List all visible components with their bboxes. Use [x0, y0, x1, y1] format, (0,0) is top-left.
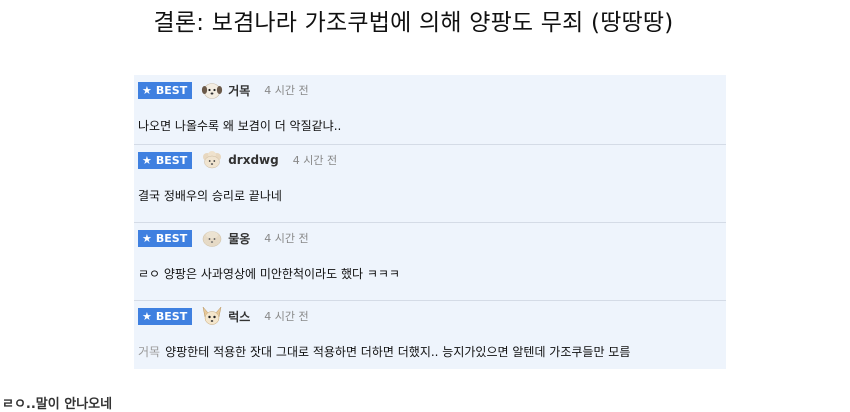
best-badge: ★ BEST [138, 81, 193, 99]
best-badge-label: BEST [155, 231, 188, 245]
comment-header: ★ BEST drxdwg 4 시간 전 [138, 150, 337, 170]
page-title: 결론: 보겸나라 가조쿠법에 의해 양팡도 무죄 (땅땅땅) [153, 10, 674, 36]
comment-text: 거목 양팡한테 적용한 잣대 그대로 적용하면 더하면 더했지.. 능지가있으면 … [138, 343, 630, 360]
comment-item: ★ BEST 거목 4 시간 전 나오면 나올수록 왜 보겸이 더 악질같냐.. [134, 75, 726, 153]
star-icon: ★ [142, 231, 152, 245]
comment-nickname[interactable]: drxdwg [228, 153, 279, 167]
comment-item: ★ BEST 럭스 4 시간 전 거목 양팡한테 적용한 잣대 그대로 적용하면 … [134, 300, 726, 369]
comment-header: ★ BEST 거목 4 시간 전 [138, 80, 309, 100]
comment-text: ㄹㅇ 양팡은 사과영상에 미안한척이라도 했다 ㅋㅋㅋ [138, 265, 400, 282]
comment-text-content: 나오면 나올수록 왜 보겸이 더 악질같냐.. [138, 119, 342, 133]
comment-text: 결국 정배우의 승리로 끝나네 [138, 187, 282, 204]
star-icon: ★ [142, 83, 152, 97]
comment-text: 나오면 나올수록 왜 보겸이 더 악질같냐.. [138, 117, 341, 134]
post-caption: ㄹㅇ..말이 안나오네 [2, 397, 113, 412]
fluffy-dog-icon[interactable] [201, 228, 223, 248]
chihuahua-icon[interactable] [201, 306, 223, 326]
star-icon: ★ [142, 153, 152, 167]
best-badge: ★ BEST [138, 307, 193, 325]
best-badge: ★ BEST [138, 229, 193, 247]
poodle-icon[interactable] [201, 150, 223, 170]
white-dog-icon[interactable] [201, 80, 223, 100]
best-comments-panel: ★ BEST 거목 4 시간 전 나오면 나올수록 왜 보겸이 더 악질같냐..… [134, 75, 726, 369]
comment-text-content: 결국 정배우의 승리로 끝나네 [138, 189, 282, 203]
comment-time: 4 시간 전 [264, 232, 309, 245]
comment-time: 4 시간 전 [292, 154, 338, 167]
comment-text-content: ㄹㅇ 양팡은 사과영상에 미안한척이라도 했다 ㅋㅋㅋ [138, 267, 400, 281]
reply-to-name[interactable]: 거목 [138, 345, 160, 359]
comment-text-content: 양팡한테 적용한 잣대 그대로 적용하면 더하면 더했지.. 능지가있으면 알텐… [165, 345, 631, 359]
comment-nickname[interactable]: 럭스 [228, 308, 250, 325]
comment-nickname[interactable]: 거목 [228, 82, 250, 99]
best-badge-label: BEST [155, 153, 188, 167]
comment-time: 4 시간 전 [264, 84, 309, 97]
best-badge-label: BEST [155, 83, 188, 97]
best-badge: ★ BEST [138, 151, 193, 169]
comment-header: ★ BEST 럭스 4 시간 전 [138, 306, 309, 326]
comment-header: ★ BEST 물옹 4 시간 전 [138, 228, 309, 248]
star-icon: ★ [142, 309, 152, 323]
comment-item: ★ BEST 물옹 4 시간 전 ㄹㅇ 양팡은 사과영상에 미안한척이라도 했다… [134, 222, 726, 300]
comment-item: ★ BEST drxdwg 4 시간 전 결국 정배우의 승리로 끝나네 [134, 144, 726, 222]
comment-time: 4 시간 전 [264, 310, 309, 323]
best-badge-label: BEST [155, 309, 188, 323]
comment-nickname[interactable]: 물옹 [228, 230, 250, 247]
